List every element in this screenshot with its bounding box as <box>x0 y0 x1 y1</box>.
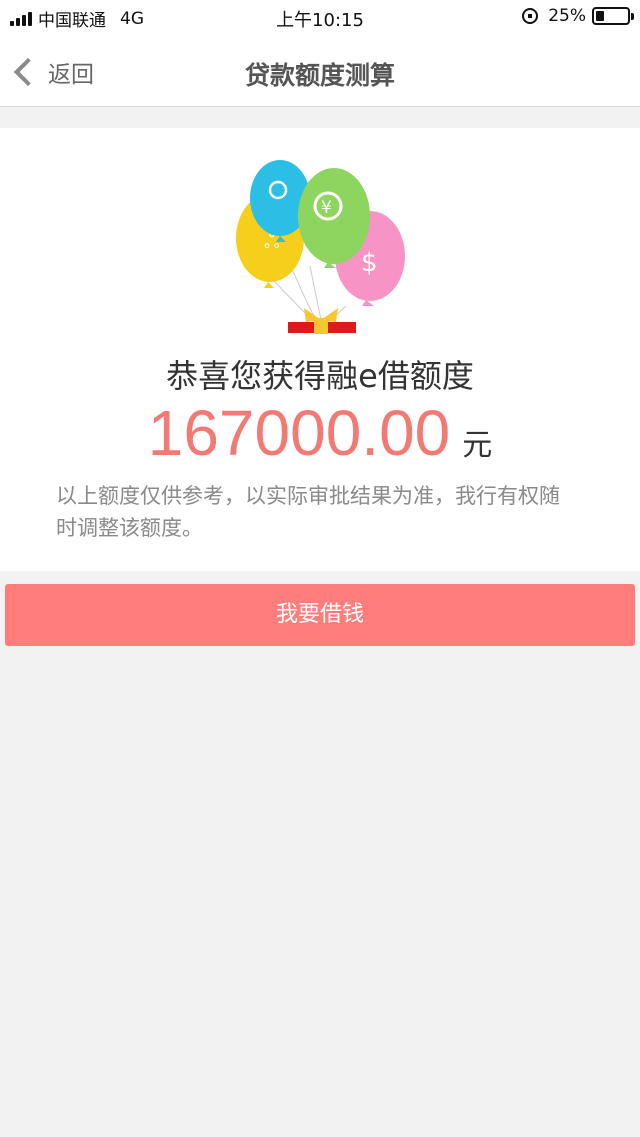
amount-row: 167000.00 元 <box>0 396 640 470</box>
gift-box-icon <box>288 308 356 334</box>
nav-bar: 返回 贷款额度测算 <box>0 36 640 107</box>
status-right: 25% <box>522 6 634 26</box>
svg-text:¥: ¥ <box>321 198 332 218</box>
disclaimer-text: 以上额度仅供参考，以实际审批结果为准，我行有权随时调整该额度。 <box>56 484 560 540</box>
svg-text:$: $ <box>361 248 378 278</box>
credit-amount: 167000.00 <box>147 397 451 469</box>
rotation-lock-icon <box>522 8 539 24</box>
balloons-illustration: ஃ $ ¥ <box>236 160 405 334</box>
status-bar: 中国联通 4G 上午10:15 25% <box>0 0 640 36</box>
amount-unit: 元 <box>462 428 493 463</box>
battery-icon <box>592 7 634 25</box>
congrats-headline: 恭喜您获得融e借额度 <box>166 357 474 395</box>
battery-percent: 25% <box>548 6 586 26</box>
borrow-button[interactable]: 我要借钱 <box>5 584 635 646</box>
result-card: ஃ $ ¥ 恭喜您获得融e借额度 167000.00 元 以上额度仅供参考，以实… <box>0 128 640 571</box>
page-title: 贷款额度测算 <box>244 61 395 90</box>
